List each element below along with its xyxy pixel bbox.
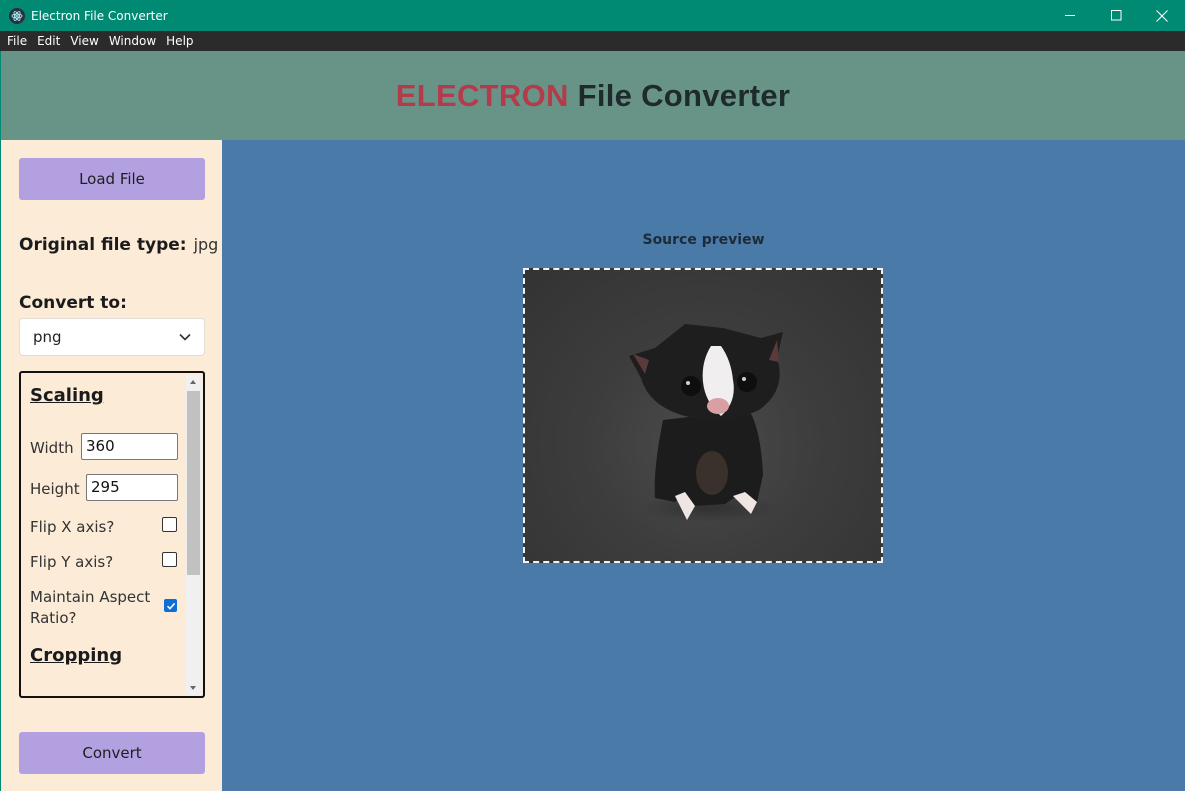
app-header: ELECTRON File Converter [0, 51, 1185, 140]
height-input[interactable]: 295 [86, 474, 178, 501]
close-icon [1156, 9, 1168, 22]
convert-to-selected-value: png [33, 328, 62, 346]
menu-file[interactable]: File [2, 31, 32, 51]
menu-edit[interactable]: Edit [32, 31, 65, 51]
preview-cat-figure [629, 324, 783, 522]
scrollbar-thumb[interactable] [187, 391, 200, 575]
window-titlebar: Electron File Converter [0, 0, 1185, 31]
close-button[interactable] [1139, 0, 1185, 31]
electron-app-icon [9, 7, 25, 24]
chevron-down-icon [179, 333, 191, 341]
flip-x-checkbox[interactable] [162, 517, 177, 532]
original-file-type-label: Original file type: [19, 235, 187, 255]
width-input[interactable]: 360 [81, 433, 178, 460]
aspect-ratio-label-line1: Maintain Aspect [30, 588, 151, 606]
original-file-type: Original file type: jpg [19, 235, 218, 255]
source-preview-label: Source preview [642, 232, 765, 248]
maximize-icon [1110, 10, 1121, 21]
aspect-ratio-checkbox[interactable] [164, 599, 177, 612]
maximize-button[interactable] [1093, 0, 1139, 31]
convert-to-label: Convert to: [19, 293, 127, 313]
options-scrollbar[interactable] [186, 375, 201, 695]
scaling-heading: Scaling [30, 385, 104, 406]
cropping-heading: Cropping [30, 645, 123, 666]
width-label: Width [30, 439, 74, 457]
title-rest: File Converter [568, 77, 791, 113]
flip-x-label: Flip X axis? [30, 518, 115, 536]
sidebar: Load File Original file type: jpg Conver… [0, 140, 222, 791]
height-label: Height [30, 480, 80, 498]
original-file-type-value: jpg [193, 235, 219, 254]
title-accent: ELECTRON [395, 77, 569, 113]
convert-button[interactable]: Convert [19, 732, 205, 774]
minimize-icon [1064, 15, 1075, 16]
menu-window[interactable]: Window [104, 31, 161, 51]
aspect-ratio-label-line2: Ratio? [30, 609, 77, 627]
window-controls [1047, 0, 1185, 31]
minimize-button[interactable] [1047, 0, 1093, 31]
source-preview-image [523, 268, 883, 563]
page-title: ELECTRON File Converter [396, 78, 790, 114]
options-panel[interactable]: Scaling Width 360 Height 295 Flip X axis… [19, 371, 205, 698]
convert-to-select[interactable]: png [19, 318, 205, 356]
load-file-button[interactable]: Load File [19, 158, 205, 200]
flip-y-checkbox[interactable] [162, 552, 177, 567]
menu-view[interactable]: View [65, 31, 103, 51]
checkmark-icon [166, 602, 175, 610]
flip-y-label: Flip Y axis? [30, 553, 114, 571]
main-content: Source preview [222, 140, 1185, 791]
scroll-down-arrow-icon[interactable] [190, 686, 196, 690]
window-title: Electron File Converter [31, 8, 168, 23]
scroll-up-arrow-icon[interactable] [190, 380, 196, 384]
menu-help[interactable]: Help [161, 31, 198, 51]
menu-bar: File Edit View Window Help [0, 31, 1185, 51]
